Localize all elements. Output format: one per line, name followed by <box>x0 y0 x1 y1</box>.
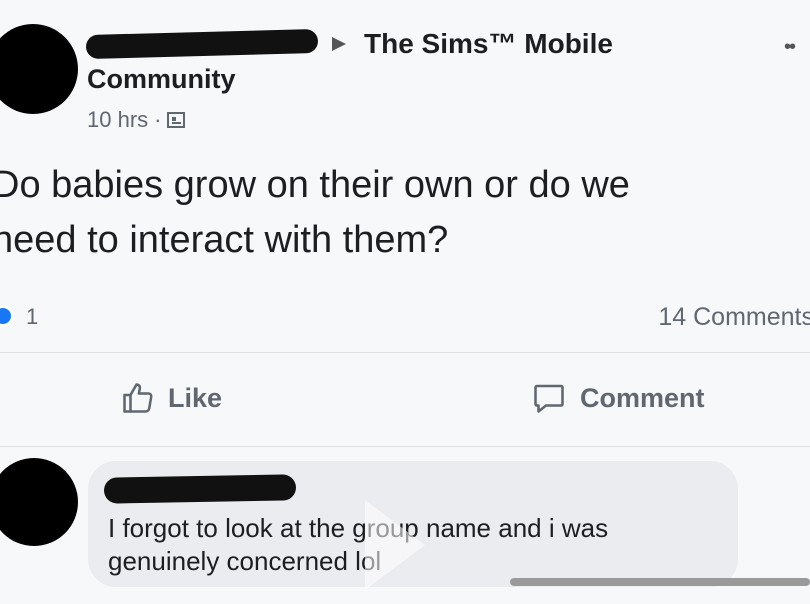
redacted-commenter-name <box>103 474 297 504</box>
redacted-poster-name <box>85 28 319 60</box>
action-bar-top-divider <box>0 352 810 353</box>
reaction-count[interactable]: 1 <box>26 304 38 330</box>
video-progress-bar[interactable] <box>510 578 810 586</box>
comment-text: I forgot to look at the group name and i… <box>108 512 608 578</box>
share-arrow-icon <box>332 37 346 51</box>
group-privacy-icon <box>167 112 186 128</box>
group-name-link[interactable]: The Sims™ Mobile <box>364 28 613 60</box>
thumbs-up-icon <box>123 383 153 413</box>
comment-bubble-icon <box>534 384 564 413</box>
action-bar-bottom-divider <box>0 446 810 447</box>
like-button[interactable]: Like <box>120 380 222 416</box>
post-meta: 10 hrs · <box>87 107 186 133</box>
comment-label: Comment <box>580 382 705 413</box>
commenter-avatar[interactable] <box>0 458 78 546</box>
audience-label: Community <box>87 64 236 94</box>
comment-text-line-2: genuinely concerned lol <box>108 546 382 576</box>
comment-button[interactable]: Comment <box>530 380 705 416</box>
post-text-line-1: Do babies grow on their own or do we <box>0 164 630 206</box>
post-time[interactable]: 10 hrs <box>87 107 148 133</box>
play-icon[interactable] <box>365 500 425 590</box>
poster-avatar[interactable] <box>0 24 78 114</box>
post-text-line-2: need to interact with them? <box>0 219 449 261</box>
comment-text-line-1: I forgot to look at the group name and i… <box>108 513 609 543</box>
like-reaction-icon[interactable] <box>0 305 14 327</box>
post-text: Do babies grow on their own or do we nee… <box>0 158 810 268</box>
more-options-icon[interactable]: •• <box>784 36 796 59</box>
like-label: Like <box>168 382 223 413</box>
meta-separator: · <box>154 107 162 132</box>
comments-count-link[interactable]: 14 Comments <box>658 303 810 332</box>
